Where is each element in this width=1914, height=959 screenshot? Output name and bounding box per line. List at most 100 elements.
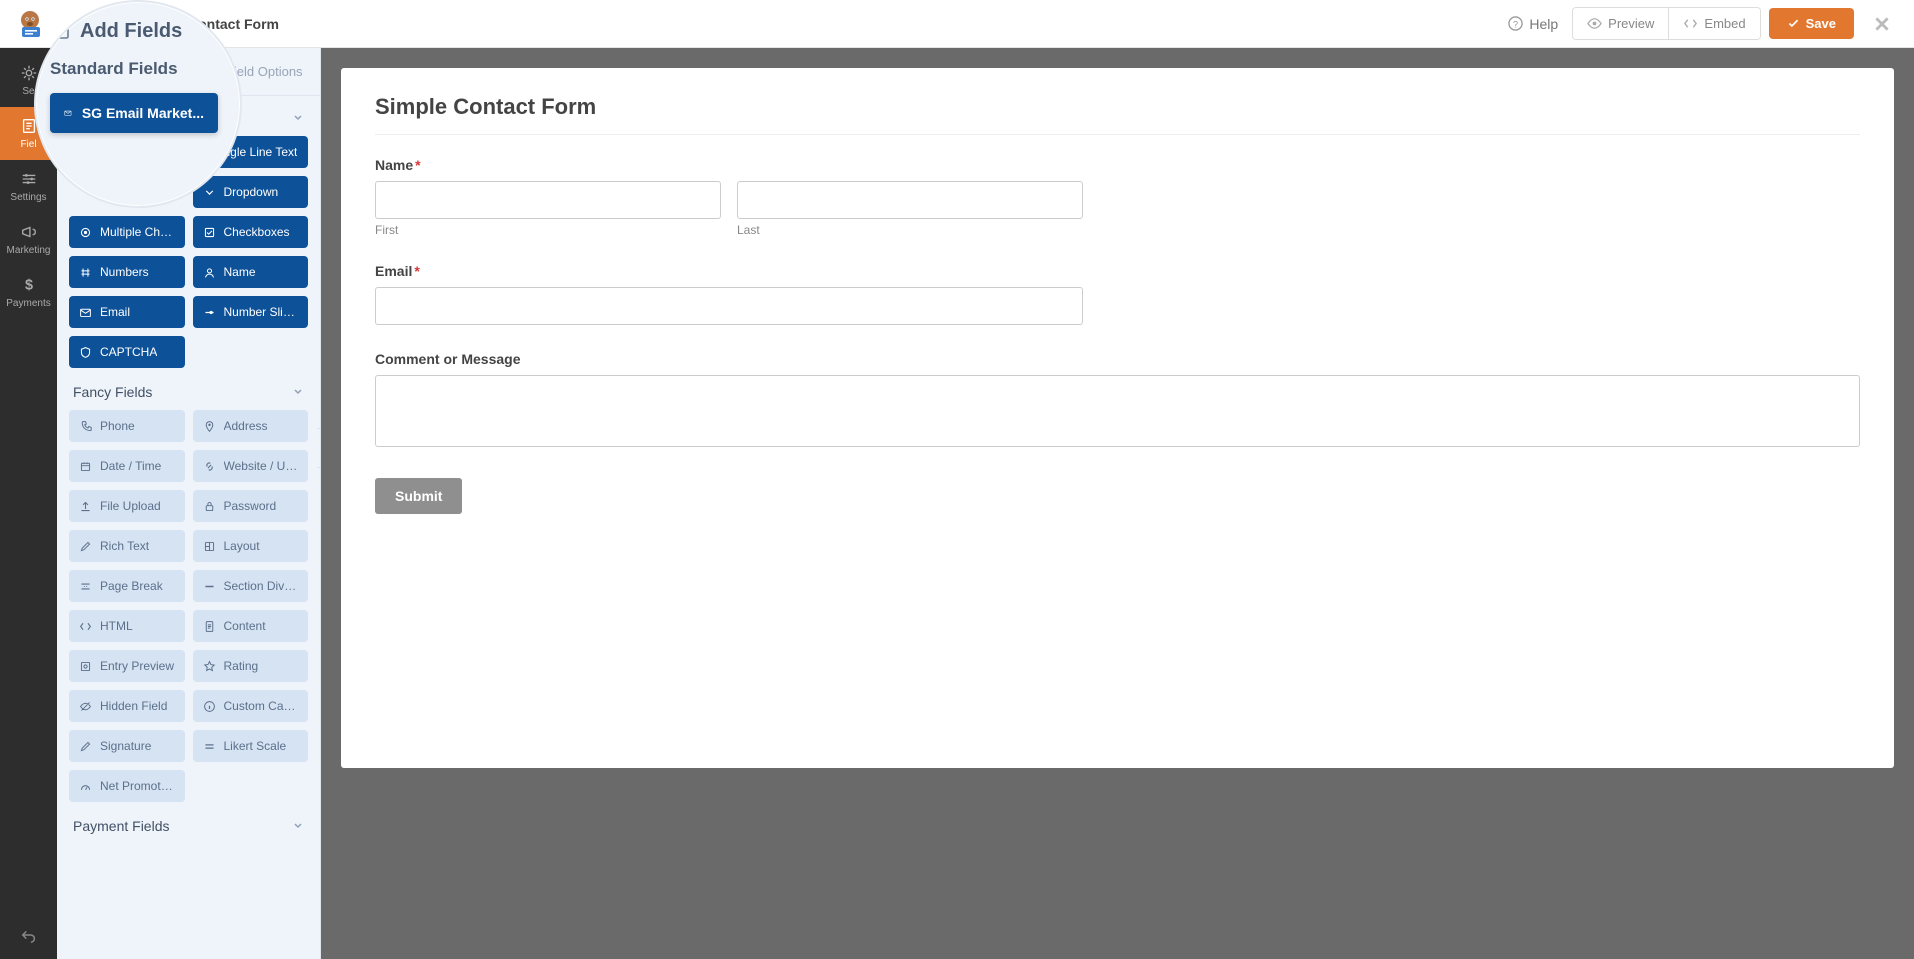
form-canvas: Simple Contact Form Name* First Last bbox=[321, 48, 1914, 959]
field-rich-text[interactable]: Rich Text bbox=[69, 530, 185, 562]
last-name-input[interactable] bbox=[737, 181, 1083, 219]
field-html[interactable]: HTML bbox=[69, 610, 185, 642]
hidden-icon bbox=[79, 700, 92, 713]
form-paper: Simple Contact Form Name* First Last bbox=[341, 68, 1894, 768]
close-button[interactable] bbox=[1862, 15, 1902, 33]
field-section-divider[interactable]: Section Divider bbox=[193, 570, 309, 602]
check-icon bbox=[203, 226, 216, 239]
user-icon bbox=[203, 266, 216, 279]
vnav-payments[interactable]: $ Payments bbox=[0, 266, 57, 319]
email-input[interactable] bbox=[375, 287, 1083, 325]
group-fancy-header[interactable]: Fancy Fields bbox=[67, 374, 310, 408]
magnifier-highlight-button[interactable]: SG Email Market... bbox=[50, 93, 218, 133]
pencil-icon bbox=[79, 740, 92, 753]
field-page-break[interactable]: Page Break bbox=[69, 570, 185, 602]
link-icon bbox=[203, 460, 216, 473]
divider-icon bbox=[203, 580, 216, 593]
field-custom-captcha[interactable]: Custom Captcha bbox=[193, 690, 309, 722]
envelope-icon bbox=[64, 104, 72, 122]
field-layout[interactable]: Layout bbox=[193, 530, 309, 562]
submit-button[interactable]: Submit bbox=[375, 478, 462, 514]
field-password[interactable]: Password bbox=[193, 490, 309, 522]
embed-button[interactable]: Embed bbox=[1668, 8, 1759, 39]
scale-icon bbox=[203, 740, 216, 753]
field-signature[interactable]: Signature bbox=[69, 730, 185, 762]
preview-icon bbox=[79, 660, 92, 673]
field-date-time[interactable]: Date / Time bbox=[69, 450, 185, 482]
field-likert-scale[interactable]: Likert Scale bbox=[193, 730, 309, 762]
chevron-down-icon bbox=[292, 820, 304, 832]
save-button[interactable]: Save bbox=[1769, 8, 1854, 39]
field-name[interactable]: Name bbox=[193, 256, 309, 288]
vnav-settings[interactable]: Settings bbox=[0, 160, 57, 213]
magnifier-subtitle: Standard Fields bbox=[50, 59, 226, 79]
field-email: Email* bbox=[375, 263, 1860, 325]
field-email[interactable]: Email bbox=[69, 296, 185, 328]
form-title: Simple Contact Form bbox=[375, 94, 1860, 120]
magnifier-title: Add Fields bbox=[50, 20, 226, 43]
field-numbers[interactable]: Numbers bbox=[69, 256, 185, 288]
dollar-icon: $ bbox=[20, 276, 38, 294]
check-icon bbox=[1787, 17, 1800, 30]
pagebreak-icon bbox=[79, 580, 92, 593]
code-icon bbox=[79, 620, 92, 633]
calendar-icon bbox=[79, 460, 92, 473]
field-dropdown[interactable]: Dropdown bbox=[193, 176, 309, 208]
slider-icon bbox=[203, 306, 216, 319]
group-payment-header[interactable]: Payment Fields bbox=[67, 808, 310, 842]
field-content[interactable]: Content bbox=[193, 610, 309, 642]
shield-icon bbox=[79, 346, 92, 359]
caret-icon bbox=[203, 186, 216, 199]
field-rating[interactable]: Rating bbox=[193, 650, 309, 682]
doc-icon bbox=[203, 620, 216, 633]
field-multiple-choice[interactable]: Multiple Choice bbox=[69, 216, 185, 248]
field-captcha[interactable]: CAPTCHA bbox=[69, 336, 185, 368]
gear-icon bbox=[20, 64, 38, 82]
preview-button[interactable]: Preview bbox=[1573, 8, 1668, 39]
field-checkboxes[interactable]: Checkboxes bbox=[193, 216, 309, 248]
field-net-promoter-sc-[interactable]: Net Promoter Sc... bbox=[69, 770, 185, 802]
info-icon bbox=[203, 700, 216, 713]
sidebar-collapse-toggle[interactable] bbox=[317, 428, 321, 468]
last-sublabel: Last bbox=[737, 223, 1083, 237]
required-indicator: * bbox=[415, 157, 420, 173]
layout-icon bbox=[203, 540, 216, 553]
wpforms-logo-icon bbox=[13, 7, 47, 41]
field-entry-preview[interactable]: Entry Preview bbox=[69, 650, 185, 682]
pin-icon bbox=[203, 420, 216, 433]
gauge-icon bbox=[79, 780, 92, 793]
phone-icon bbox=[79, 420, 92, 433]
topbar: Contact Form ? Help Preview Embed Save bbox=[0, 0, 1914, 48]
chevron-down-icon bbox=[292, 386, 304, 398]
field-address[interactable]: Address bbox=[193, 410, 309, 442]
field-website-url[interactable]: Website / URL bbox=[193, 450, 309, 482]
field-phone[interactable]: Phone bbox=[69, 410, 185, 442]
app-logo bbox=[12, 6, 48, 42]
comment-textarea[interactable] bbox=[375, 375, 1860, 447]
radio-icon bbox=[79, 226, 92, 239]
comment-label: Comment or Message bbox=[375, 351, 1860, 367]
code-icon bbox=[1683, 16, 1698, 31]
sidebar-scroll[interactable]: Standard Fields SG Email Market...ngle L… bbox=[57, 96, 320, 862]
svg-text:?: ? bbox=[1513, 19, 1518, 29]
help-link[interactable]: ? Help bbox=[1508, 16, 1558, 32]
field-number-slider[interactable]: Number Slider bbox=[193, 296, 309, 328]
edit-icon bbox=[79, 540, 92, 553]
name-label: Name* bbox=[375, 157, 1860, 173]
vnav-marketing[interactable]: Marketing bbox=[0, 213, 57, 266]
sliders-icon bbox=[20, 170, 38, 188]
field-file-upload[interactable]: File Upload bbox=[69, 490, 185, 522]
body: Se Fiel Settings Marketing $ Payments Ad… bbox=[0, 48, 1914, 959]
envelope-icon bbox=[79, 306, 92, 319]
field-name: Name* First Last bbox=[375, 157, 1860, 237]
undo-button[interactable] bbox=[10, 916, 48, 959]
first-name-input[interactable] bbox=[375, 181, 721, 219]
upload-icon bbox=[79, 500, 92, 513]
magnifier-overlay: Add Fields Standard Fields SG Email Mark… bbox=[34, 0, 242, 208]
preview-embed-group: Preview Embed bbox=[1572, 7, 1760, 40]
close-icon bbox=[1873, 15, 1891, 33]
field-comment: Comment or Message bbox=[375, 351, 1860, 452]
field-hidden-field[interactable]: Hidden Field bbox=[69, 690, 185, 722]
hash-icon bbox=[79, 266, 92, 279]
email-label: Email* bbox=[375, 263, 1860, 279]
